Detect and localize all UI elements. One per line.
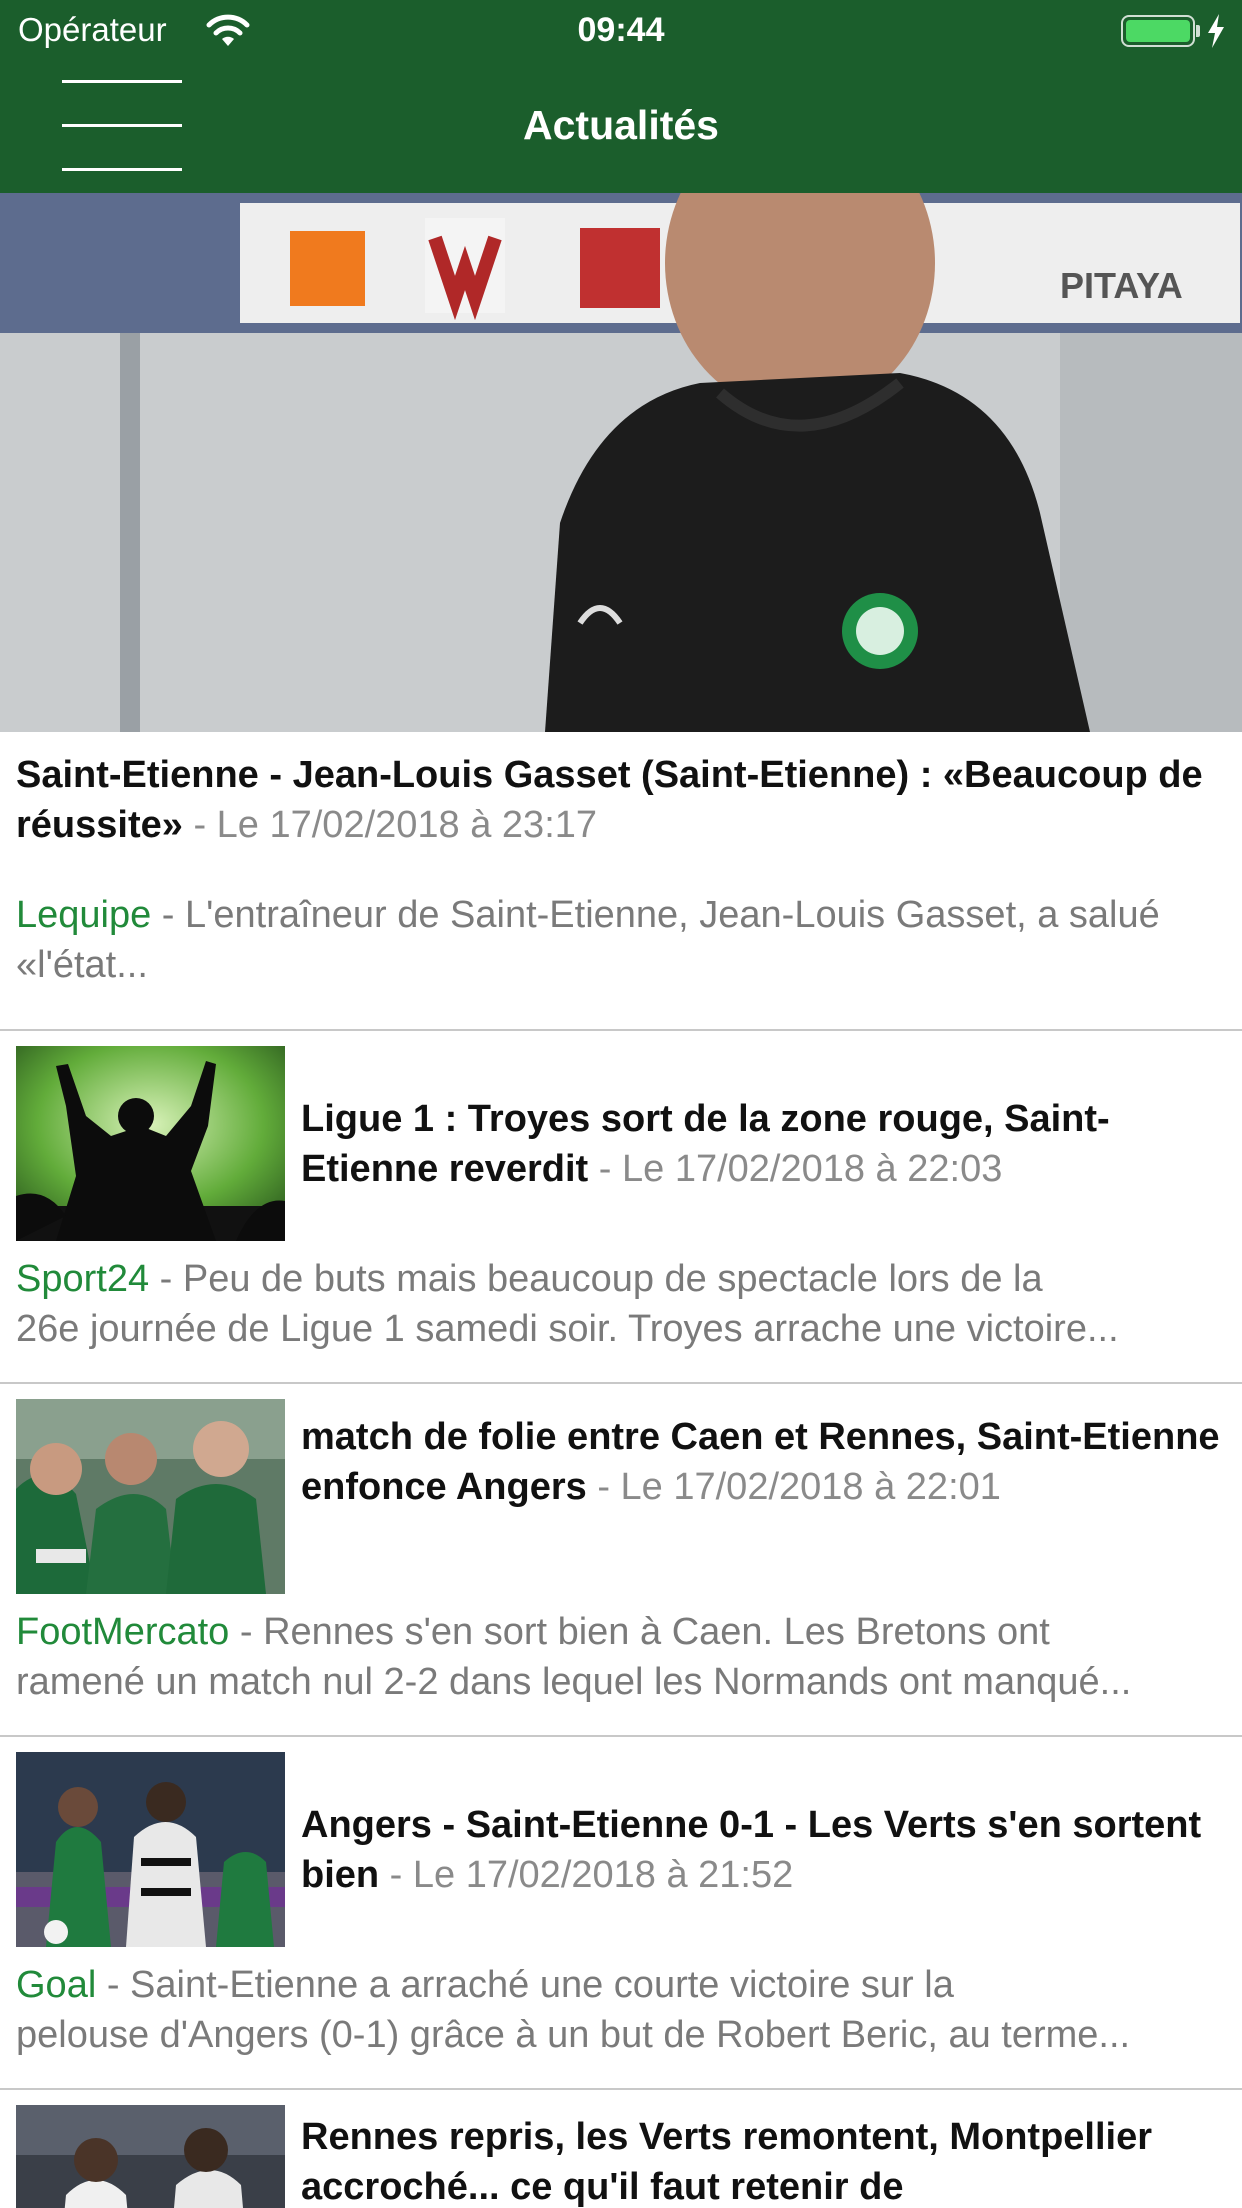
article-list-item[interactable]: Ligue 1 : Troyes sort de la zone rouge, …	[0, 1031, 1242, 1384]
menu-line-icon	[62, 168, 182, 171]
article-source: Lequipe	[16, 894, 152, 936]
article-excerpt: - Rennes s'en sort bien à Caen. Les Bret…	[229, 1611, 1050, 1653]
article-list-item[interactable]: 14 Rennes repris, les Verts remontent, M…	[0, 2090, 1242, 2208]
article-date: - Le 17/02/2018 à 22:01	[586, 1466, 1001, 1508]
hero-article-image[interactable]: PITAYA	[0, 193, 1242, 732]
app-header: Opérateur 09:44 Actualités	[0, 0, 1242, 193]
article-excerpt: - Peu de buts mais beaucoup de spectacle…	[149, 1258, 1043, 1300]
article-summary: Sport24 - Peu de buts mais beaucoup de s…	[16, 1254, 1226, 1354]
article-summary: FootMercato - Rennes s'en sort bien à Ca…	[16, 1607, 1226, 1707]
article-thumbnail	[16, 1752, 285, 1947]
article-thumbnail: 14	[16, 2105, 285, 2208]
article-summary: Goal - Saint-Etienne a arraché une court…	[16, 1960, 1226, 2060]
article-date: - Le 17/02/2018 à 22:03	[588, 1148, 1003, 1190]
article-thumbnail	[16, 1399, 285, 1594]
status-clock: 09:44	[577, 11, 665, 49]
article-source: Sport24	[16, 1258, 150, 1300]
article-excerpt: - Saint-Etienne a arraché une courte vic…	[96, 1964, 954, 2006]
article-excerpt-continued: ramené un match nul 2-2 dans lequel les …	[16, 1661, 1132, 1703]
article-date: - Le 17/02/2018 à 21:52	[379, 1854, 794, 1896]
article-excerpt-continued: 26e journée de Ligue 1 samedi soir. Troy…	[16, 1308, 1119, 1350]
article-list-item[interactable]: match de folie entre Caen et Rennes, Sai…	[0, 1384, 1242, 1737]
article-list-item[interactable]: Angers - Saint-Etienne 0-1 - Les Verts s…	[0, 1737, 1242, 2090]
featured-article[interactable]: Saint-Etienne - Jean-Louis Gasset (Saint…	[0, 732, 1242, 1031]
article-title: Ligue 1 : Troyes sort de la zone rouge, …	[301, 1094, 1226, 1194]
menu-line-icon	[62, 80, 182, 83]
article-headline: Rennes repris, les Verts remontent, Mont…	[301, 2116, 1153, 2208]
status-bar: Opérateur 09:44	[0, 0, 1242, 64]
charging-bolt-icon	[1208, 14, 1224, 48]
article-source: FootMercato	[16, 1611, 230, 1653]
article-title: Saint-Etienne - Jean-Louis Gasset (Saint…	[16, 750, 1221, 850]
article-excerpt-continued: pelouse d'Angers (0-1) grâce à un but de…	[16, 2014, 1131, 2056]
page-title: Actualités	[523, 102, 719, 148]
article-excerpt: - L'entraîneur de Saint-Etienne, Jean-Lo…	[16, 894, 1160, 986]
hamburger-menu-button[interactable]	[40, 70, 184, 180]
hero-sponsor-text: PITAYA	[1060, 265, 1183, 306]
battery-tip	[1196, 25, 1200, 37]
article-title: match de folie entre Caen et Rennes, Sai…	[301, 1412, 1226, 1512]
article-source: Goal	[16, 1964, 97, 2006]
battery-icon	[1121, 15, 1195, 47]
article-summary: Lequipe - L'entraîneur de Saint-Etienne,…	[16, 890, 1221, 990]
article-title: Angers - Saint-Etienne 0-1 - Les Verts s…	[301, 1800, 1226, 1900]
article-date: - Le 17/02/2018 à 23:17	[182, 804, 598, 846]
article-thumbnail	[16, 1046, 285, 1241]
menu-line-icon	[62, 124, 182, 127]
article-title: Rennes repris, les Verts remontent, Mont…	[301, 2112, 1226, 2208]
